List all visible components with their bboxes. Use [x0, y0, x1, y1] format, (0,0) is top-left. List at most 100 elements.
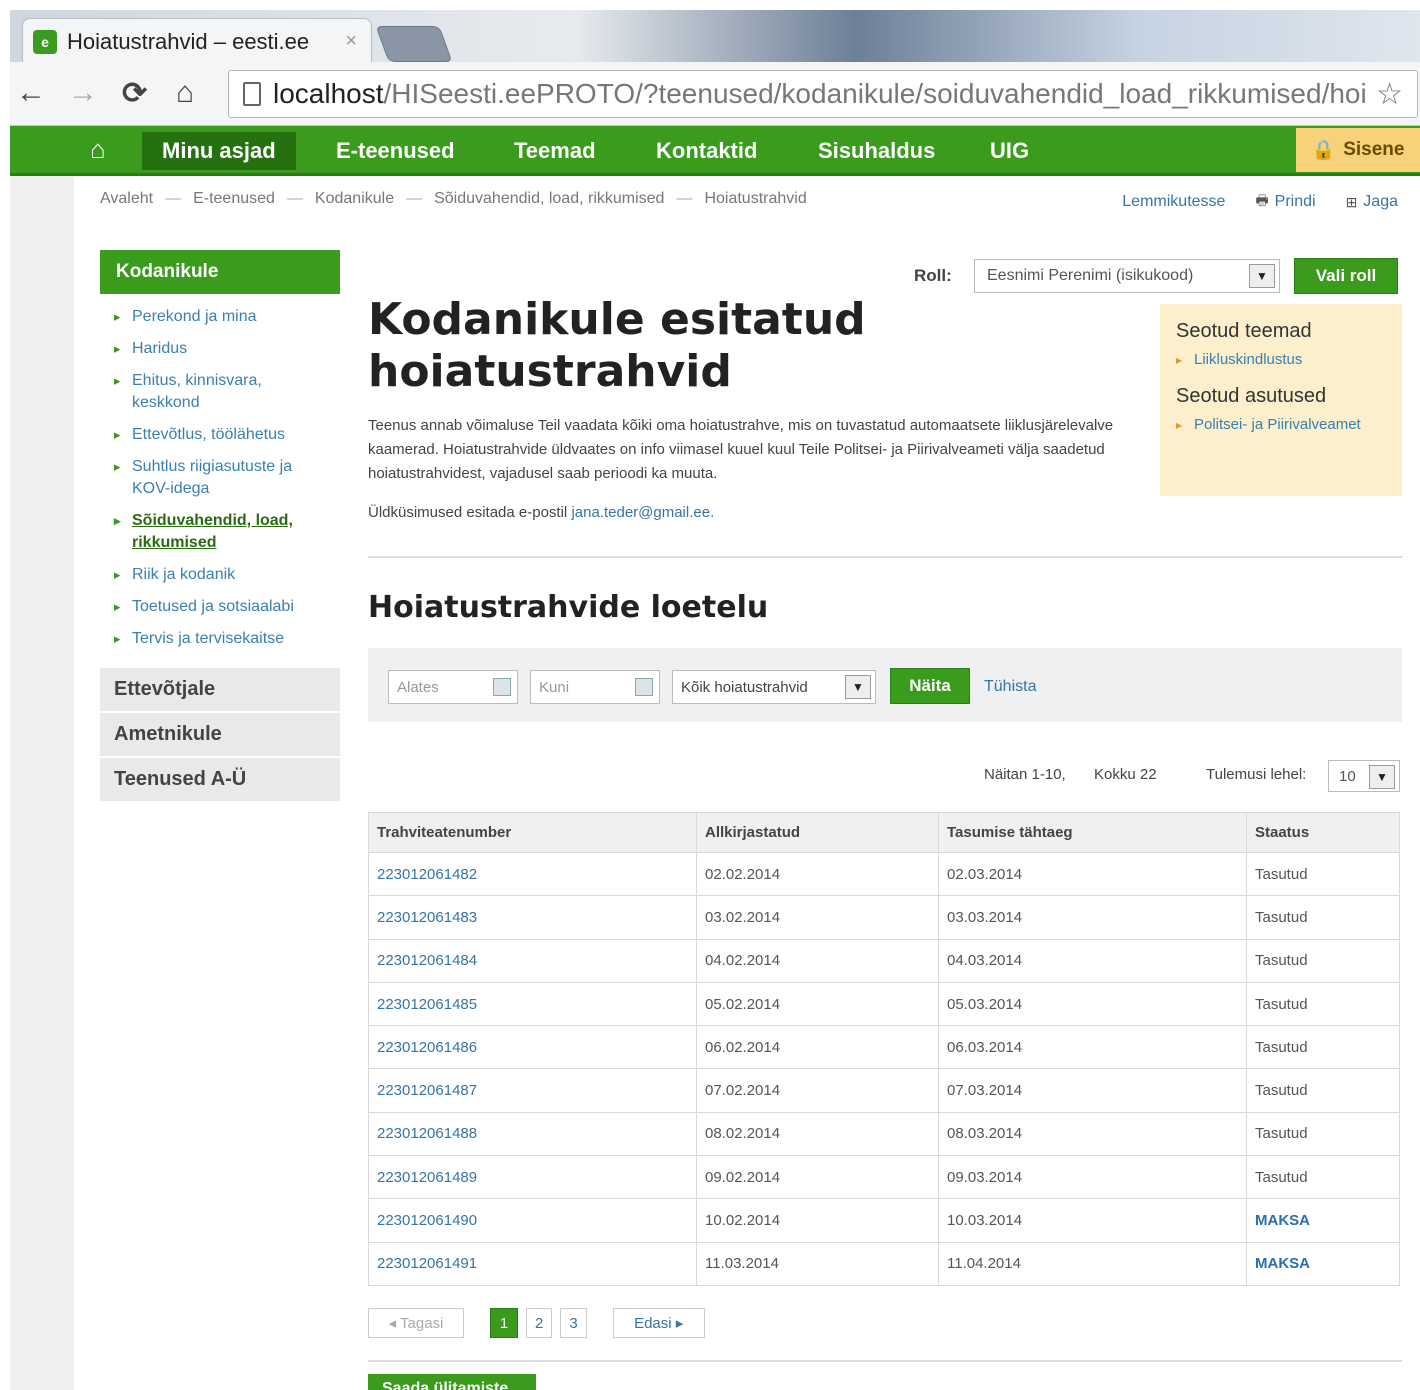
tab-close-icon[interactable]: ×: [345, 30, 357, 53]
clear-link[interactable]: Tühista: [984, 678, 1036, 696]
breadcrumb: Avaleht — E-teenused — Kodanikule — Sõid…: [100, 190, 807, 208]
table-row: 223012061486 06.02.2014 06.03.2014 Tasutud: [368, 1025, 1400, 1070]
sidebar-item[interactable]: Perekond ja mina: [112, 306, 332, 328]
column-header[interactable]: Trahviteatenumber: [368, 812, 697, 853]
page-icon: [243, 82, 261, 106]
sidebar-item[interactable]: Riik ja kodanik: [112, 564, 332, 586]
related-agencies-heading: Seotud asutused: [1176, 385, 1327, 407]
print-link[interactable]: 🖶 Prindi: [1255, 190, 1315, 214]
chevron-down-icon[interactable]: ▼: [1369, 765, 1395, 789]
sidebar-item-current[interactable]: Sõiduvahendid, load, rikkumised: [112, 510, 332, 554]
fine-number-link[interactable]: 223012061489: [368, 1155, 697, 1200]
next-page-button[interactable]: Edasi ▸: [612, 1308, 705, 1338]
main-navigation: ⌂ Minu asjad E-teenused Teemad Kontaktid…: [10, 126, 1420, 176]
select-role-button[interactable]: Vali roll: [1294, 258, 1398, 294]
date-to-input[interactable]: Kuni: [530, 670, 660, 704]
contact-email-link[interactable]: jana.teder@gmail.ee.: [571, 504, 714, 521]
signed-date: 02.02.2014: [696, 851, 939, 897]
submit-button[interactable]: Saada ülitamiste: [368, 1374, 536, 1390]
breadcrumb-item[interactable]: Avaleht: [100, 190, 153, 208]
table-row: 223012061491 11.03.2014 11.04.2014 MAKSA: [368, 1241, 1400, 1286]
related-agency-link[interactable]: Politsei- ja Piirivalveamet: [1176, 416, 1386, 434]
related-topic-link[interactable]: Liikluskindlustus: [1176, 351, 1386, 369]
fine-number-link[interactable]: 223012061483: [368, 895, 697, 940]
per-page-select[interactable]: 10 ▼: [1328, 760, 1400, 792]
related-box: Seotud teemad Liikluskindlustus Seotud a…: [1160, 304, 1402, 496]
back-icon[interactable]: ←: [16, 76, 46, 110]
showing-range: Näitan 1-10,: [984, 766, 1066, 783]
home-icon[interactable]: ⌂: [176, 76, 194, 110]
fine-number-link[interactable]: 223012061484: [368, 938, 697, 983]
nav-sisuhaldus[interactable]: Sisuhaldus: [798, 132, 955, 170]
chevron-down-icon[interactable]: ▼: [845, 675, 871, 699]
calendar-icon[interactable]: [635, 678, 653, 696]
nav-uig[interactable]: UIG: [970, 132, 1049, 170]
sidebar-heading[interactable]: Kodanikule: [100, 250, 340, 294]
url-input[interactable]: localhost /HISeesti.eePROTO/?teenused/ko…: [228, 70, 1418, 118]
breadcrumb-current: Hoiatustrahvid: [704, 190, 807, 207]
breadcrumb-item[interactable]: Sõiduvahendid, load, rikkumised: [434, 190, 664, 208]
forward-icon[interactable]: →: [68, 76, 98, 110]
fine-number-link[interactable]: 223012061487: [368, 1068, 697, 1113]
page-1-button[interactable]: 1: [490, 1308, 518, 1338]
nav-e-teenused[interactable]: E-teenused: [316, 132, 475, 170]
nav-teemad[interactable]: Teemad: [494, 132, 616, 170]
fine-number-link[interactable]: 223012061490: [368, 1198, 697, 1243]
calendar-icon[interactable]: [493, 678, 511, 696]
fine-number-link[interactable]: 223012061486: [368, 1025, 697, 1070]
due-date: 08.03.2014: [938, 1111, 1247, 1157]
filter-bar: Alates Kuni Kõik hoiatustrahvid ▼ Näita …: [368, 648, 1402, 722]
bookmark-star-icon[interactable]: ☆: [1376, 77, 1403, 112]
sidebar-item[interactable]: Toetused ja sotsiaalabi: [112, 596, 332, 618]
table-header-row: Trahviteatenumber Allkirjastatud Tasumis…: [368, 812, 1400, 853]
pay-link[interactable]: MAKSA: [1246, 1241, 1400, 1286]
nav-minu-asjad[interactable]: Minu asjad: [142, 132, 296, 170]
fine-number-link[interactable]: 223012061485: [368, 981, 697, 1027]
chevron-down-icon[interactable]: ▼: [1249, 264, 1275, 288]
browser-tab[interactable]: e Hoiatustrahvid – eesti.ee ×: [22, 18, 372, 64]
breadcrumb-item[interactable]: Kodanikule: [315, 190, 394, 208]
reload-icon[interactable]: ⟳: [122, 76, 147, 111]
show-button[interactable]: Näita: [890, 668, 970, 704]
signed-date: 11.03.2014: [696, 1241, 939, 1286]
column-header[interactable]: Tasumise tähtaeg: [938, 812, 1247, 853]
breadcrumb-separator: —: [165, 190, 182, 207]
due-date: 02.03.2014: [938, 851, 1247, 897]
column-header[interactable]: Staatus: [1246, 812, 1400, 853]
divider: [368, 556, 1402, 558]
sidebar-category[interactable]: Ametnikule: [100, 713, 340, 757]
signed-date: 07.02.2014: [696, 1068, 939, 1113]
sidebar-item[interactable]: Haridus: [112, 338, 332, 360]
favorite-link[interactable]: Lemmikutesse: [1122, 190, 1225, 214]
sidebar-item[interactable]: Ehitus, kinnisvara, keskkond: [112, 370, 332, 414]
nav-kontaktid[interactable]: Kontaktid: [636, 132, 777, 170]
sidebar-item[interactable]: Ettevõtlus, töölähetus: [112, 424, 332, 446]
per-page-label: Tulemusi lehel:: [1206, 766, 1307, 783]
url-host: localhost: [273, 78, 384, 109]
due-date: 05.03.2014: [938, 981, 1247, 1027]
breadcrumb-separator: —: [406, 190, 423, 207]
fine-number-link[interactable]: 223012061482: [368, 851, 697, 897]
share-link[interactable]: ⊞ Jaga: [1346, 190, 1398, 214]
prev-page-button[interactable]: ◂ Tagasi: [368, 1308, 464, 1338]
site-home-icon[interactable]: ⌂: [90, 134, 106, 165]
column-header[interactable]: Allkirjastatud: [696, 812, 939, 853]
pay-link[interactable]: MAKSA: [1246, 1198, 1400, 1243]
date-from-input[interactable]: Alates: [388, 670, 518, 704]
fine-number-link[interactable]: 223012061491: [368, 1241, 697, 1286]
sidebar-category[interactable]: Ettevõtjale: [100, 668, 340, 712]
signin-button[interactable]: 🔒 Sisene: [1296, 128, 1420, 172]
table-row: 223012061488 08.02.2014 08.03.2014 Tasutud: [368, 1111, 1400, 1157]
per-page-value: 10: [1339, 767, 1356, 785]
sidebar-category[interactable]: Teenused A-Ü: [100, 758, 340, 802]
role-select[interactable]: Eesnimi Perenimi (isikukood) ▼: [974, 259, 1280, 293]
page-3-button[interactable]: 3: [560, 1308, 587, 1338]
breadcrumb-item[interactable]: E-teenused: [193, 190, 275, 208]
page-2-button[interactable]: 2: [526, 1308, 553, 1338]
fine-type-select[interactable]: Kõik hoiatustrahvid ▼: [672, 670, 876, 704]
fine-number-link[interactable]: 223012061488: [368, 1111, 697, 1157]
sidebar-item[interactable]: Suhtlus riigiasutuste ja KOV-idega: [112, 456, 332, 500]
new-tab-button[interactable]: [375, 26, 453, 62]
due-date: 06.03.2014: [938, 1025, 1247, 1070]
sidebar-item[interactable]: Tervis ja tervisekaitse: [112, 628, 332, 650]
